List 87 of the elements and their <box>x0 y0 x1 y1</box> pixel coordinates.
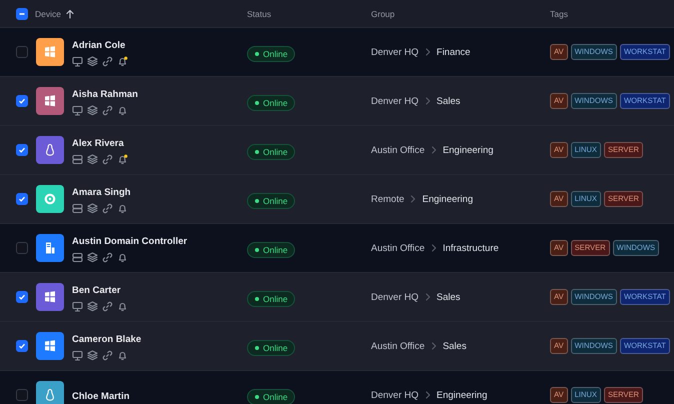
sort-arrow-icon[interactable] <box>64 8 75 18</box>
checkbox[interactable] <box>16 242 28 254</box>
layers-icon[interactable] <box>87 350 98 360</box>
chevron-right-icon <box>430 342 437 350</box>
link-icon[interactable] <box>102 154 113 164</box>
group-path-text: Austin Office <box>371 144 425 156</box>
checkbox[interactable] <box>16 291 28 303</box>
bell-icon[interactable] <box>117 300 128 312</box>
bell-icon[interactable] <box>117 202 128 214</box>
bell-icon[interactable] <box>117 252 128 262</box>
checkbox[interactable] <box>16 340 28 352</box>
group-path-text: Finance <box>436 46 470 58</box>
checkbox[interactable] <box>16 389 28 401</box>
group-path-text: Austin Office <box>371 242 425 254</box>
device-name: Austin Domain Controller <box>72 236 188 246</box>
group-path-text: Infrastructure <box>442 242 499 254</box>
layers-icon[interactable] <box>87 300 98 312</box>
group-path-text: Denver HQ <box>371 96 419 106</box>
chevron-right-icon <box>410 195 416 203</box>
bell-icon[interactable] <box>117 350 128 360</box>
group-path-text: Austin Office <box>371 340 425 352</box>
chevron-right-icon <box>424 293 431 301</box>
group-path-text: Sales <box>436 292 460 302</box>
group-path-text: Engineering <box>436 390 488 400</box>
checkmark-icon <box>18 97 26 105</box>
server-icon[interactable] <box>72 252 83 262</box>
group-path-text: Denver HQ <box>371 390 419 400</box>
device-name: Chloe Martin <box>72 390 130 402</box>
device-name: Amara Singh <box>72 186 131 198</box>
column-header[interactable]: Group <box>371 8 395 18</box>
link-icon[interactable] <box>102 300 113 312</box>
checkbox[interactable] <box>16 193 28 205</box>
device-name: Cameron Blake <box>72 334 142 344</box>
layers-icon[interactable] <box>87 56 98 66</box>
device-name: Ben Carter <box>72 284 122 296</box>
group-path-text: Engineering <box>422 194 473 204</box>
link-icon[interactable] <box>102 202 113 214</box>
chevron-right-icon <box>424 97 431 105</box>
monitor-icon[interactable] <box>72 56 83 66</box>
checkbox[interactable] <box>16 46 28 58</box>
bell-alert-icon[interactable] <box>117 56 128 66</box>
checkmark-icon <box>18 146 26 154</box>
device-name: Aisha Rahman <box>72 88 138 100</box>
status-badge: Online <box>247 94 295 110</box>
checkbox[interactable] <box>16 95 28 107</box>
group-path-text: Engineering <box>442 144 494 156</box>
status-badge: Online <box>247 242 295 258</box>
link-icon[interactable] <box>102 104 113 116</box>
link-icon[interactable] <box>102 56 113 66</box>
monitor-icon[interactable] <box>72 300 83 312</box>
layers-icon[interactable] <box>87 154 98 164</box>
group-path-text: Sales <box>442 340 466 352</box>
server-icon[interactable] <box>72 202 83 214</box>
group-path-text: Denver HQ <box>371 46 419 58</box>
chevron-right-icon <box>430 244 437 252</box>
chevron-right-icon <box>430 146 437 154</box>
checkmark-icon <box>18 342 26 350</box>
device-name: Adrian Cole <box>72 40 126 50</box>
layers-icon[interactable] <box>87 252 98 262</box>
group-path-text: Sales <box>436 96 460 106</box>
checkbox[interactable] <box>16 8 28 20</box>
server-icon[interactable] <box>72 154 83 164</box>
monitor-icon[interactable] <box>72 104 83 116</box>
column-header[interactable]: Device <box>35 8 61 18</box>
status-badge: Online <box>247 340 295 356</box>
column-header[interactable]: Status <box>247 8 272 18</box>
column-header[interactable]: Tags <box>550 8 568 18</box>
link-icon[interactable] <box>102 350 113 360</box>
checkbox[interactable] <box>16 144 28 156</box>
group-path-text: Remote <box>371 194 404 204</box>
layers-icon[interactable] <box>87 202 98 214</box>
status-badge: Online <box>247 46 295 62</box>
device-name: Alex Rivera <box>72 138 125 148</box>
checkmark-icon <box>18 293 26 301</box>
layers-icon[interactable] <box>87 104 98 116</box>
group-path-text: Denver HQ <box>371 292 419 302</box>
status-badge: Online <box>247 388 295 404</box>
status-badge: Online <box>247 144 295 160</box>
link-icon[interactable] <box>102 252 113 262</box>
status-badge: Online <box>247 192 295 208</box>
chevron-right-icon <box>424 391 431 399</box>
chevron-right-icon <box>424 48 431 56</box>
bell-icon[interactable] <box>117 104 128 116</box>
status-badge: Online <box>247 290 295 306</box>
checkmark-icon <box>18 195 26 203</box>
monitor-icon[interactable] <box>72 350 83 360</box>
bell-alert-icon[interactable] <box>117 154 128 164</box>
